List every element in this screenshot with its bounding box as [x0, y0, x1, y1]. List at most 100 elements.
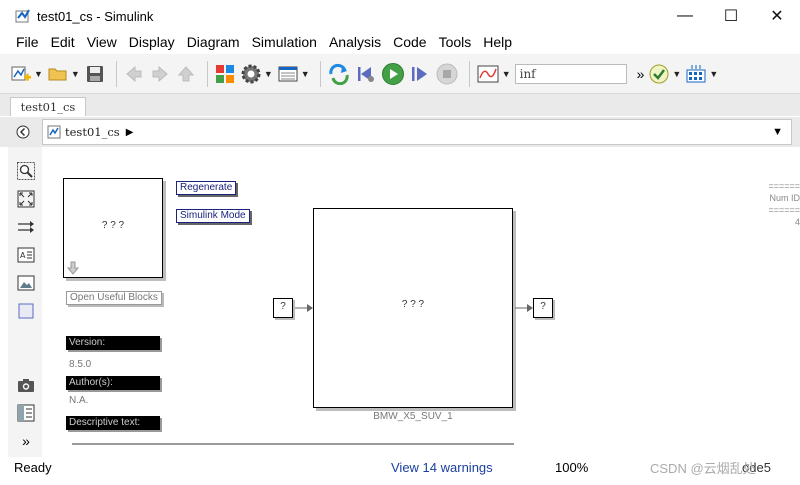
expand-palette-button[interactable]: »	[16, 431, 36, 451]
fit-view-icon	[17, 190, 35, 208]
image-icon	[17, 275, 35, 291]
new-model-icon	[11, 66, 31, 81]
explorer-bar: test01_cs ▶ ▼	[0, 117, 800, 147]
step-forward-button[interactable]	[409, 61, 431, 87]
screenshot-button[interactable]	[16, 375, 36, 395]
diagram-canvas[interactable]: ? ? ? Regenerate Simulink Mode Open Usef…	[42, 147, 800, 457]
model-browser-button[interactable]	[16, 403, 36, 423]
stop-button[interactable]	[435, 61, 459, 87]
menu-tools[interactable]: Tools	[433, 34, 478, 50]
fit-to-view-button[interactable]	[16, 189, 36, 209]
breadcrumb-arrow-icon: ▶	[125, 126, 134, 138]
menu-code[interactable]: Code	[387, 34, 432, 50]
toolbar-separator	[206, 60, 208, 87]
area-button[interactable]	[16, 301, 36, 321]
simulink-app-icon	[15, 9, 30, 23]
toolbar-separator	[468, 60, 470, 87]
stop-time-input[interactable]	[514, 63, 627, 84]
double-chevron-right-icon: »	[22, 433, 30, 449]
area-icon	[18, 303, 34, 319]
advisor-dropdown-icon[interactable]: ▼	[672, 69, 681, 79]
menu-file[interactable]: File	[10, 34, 45, 50]
update-diagram-button[interactable]	[327, 61, 351, 87]
annotation-button[interactable]: A	[16, 245, 36, 265]
hide-show-explorer-button[interactable]	[14, 123, 32, 141]
explorer-dropdown-icon[interactable]: ▼	[301, 69, 310, 79]
config-dropdown-icon[interactable]: ▼	[264, 69, 273, 79]
gear-icon	[241, 64, 261, 83]
play-icon	[381, 62, 404, 85]
up-nav-button[interactable]	[175, 61, 197, 87]
inspector-dropdown-icon[interactable]: ▼	[502, 69, 511, 79]
model-explorer-icon	[278, 66, 298, 81]
breadcrumb-model[interactable]: test01_cs	[65, 125, 120, 139]
camera-icon	[18, 379, 34, 392]
signal-lines	[295, 304, 533, 312]
step-back-icon	[357, 66, 374, 82]
menu-view[interactable]: View	[81, 34, 123, 50]
back-nav-button[interactable]	[123, 61, 145, 87]
annotation-line: Num ID	[769, 193, 800, 203]
breadcrumb-dropdown-icon[interactable]: ▼	[772, 126, 783, 138]
model-browser-icon	[17, 404, 35, 422]
build-grid-icon	[686, 64, 706, 82]
save-icon	[86, 65, 103, 82]
stop-icon	[436, 63, 458, 84]
annotation-line: 4	[794, 217, 800, 227]
arrow-left-icon	[126, 65, 142, 82]
data-inspector-button[interactable]: ▼	[476, 61, 511, 87]
status-text: Ready	[14, 459, 52, 475]
num-id-annotation: ====== Num ID ====== 4	[760, 180, 800, 228]
model-explorer-button[interactable]: ▼	[277, 61, 310, 87]
open-button[interactable]: ▼	[47, 61, 80, 87]
zoom-icon	[17, 162, 35, 180]
menu-help[interactable]: Help	[477, 34, 518, 50]
build-dropdown-icon[interactable]: ▼	[709, 69, 718, 79]
zoom-level: 100%	[555, 459, 589, 475]
tab-model[interactable]: test01_cs	[10, 97, 86, 116]
signal-line-out[interactable]	[515, 304, 533, 312]
arrow-up-icon	[177, 65, 194, 81]
menu-simulation[interactable]: Simulation	[246, 34, 323, 50]
window-title: test01_cs - Simulink	[37, 8, 154, 24]
refresh-icon	[329, 63, 349, 85]
library-browser-icon	[215, 64, 234, 83]
image-button[interactable]	[16, 273, 36, 293]
toolbar: ▼ ▼ ▼ ▼ ▼ inf » ▼ ▼	[0, 54, 800, 94]
menu-edit[interactable]: Edit	[45, 34, 81, 50]
forward-nav-button[interactable]	[149, 61, 171, 87]
minimize-button[interactable]: —	[662, 0, 708, 32]
annotation-line: ======	[768, 181, 800, 191]
signal-line-in[interactable]	[295, 304, 313, 312]
horizontal-scrollbar[interactable]	[72, 443, 514, 445]
build-button[interactable]: ▼	[685, 61, 718, 87]
save-button[interactable]	[84, 61, 106, 87]
check-icon	[649, 64, 669, 83]
close-button[interactable]: ✕	[754, 0, 800, 32]
menu-diagram[interactable]: Diagram	[181, 34, 246, 50]
step-forward-icon	[411, 66, 427, 81]
toolbar-overflow-button[interactable]: »	[637, 61, 645, 87]
menu-display[interactable]: Display	[123, 34, 181, 50]
scope-icon	[477, 65, 499, 82]
zoom-button[interactable]	[16, 161, 36, 181]
model-config-button[interactable]: ▼	[240, 61, 273, 87]
step-back-button[interactable]	[355, 61, 377, 87]
arrow-right-icon	[152, 65, 168, 82]
annotation-line: ======	[768, 205, 800, 215]
run-button[interactable]	[381, 61, 405, 87]
library-browser-button[interactable]	[214, 61, 236, 87]
title-bar: test01_cs - Simulink — ☐ ✕	[0, 0, 800, 32]
breadcrumb: test01_cs ▶ ▼	[42, 119, 792, 145]
signal-line-button[interactable]	[16, 217, 36, 237]
toolbar-separator	[319, 60, 321, 87]
view-warnings-link[interactable]: View 14 warnings	[391, 460, 493, 475]
model-advisor-button[interactable]: ▼	[648, 61, 681, 87]
diagram-palette: A »	[8, 147, 42, 457]
arrow-lines-icon	[18, 221, 34, 233]
new-model-button[interactable]: ▼	[10, 61, 43, 87]
maximize-button[interactable]: ☐	[708, 0, 754, 32]
menu-analysis[interactable]: Analysis	[323, 34, 387, 50]
new-dropdown-icon[interactable]: ▼	[34, 69, 43, 79]
open-dropdown-icon[interactable]: ▼	[71, 69, 80, 79]
